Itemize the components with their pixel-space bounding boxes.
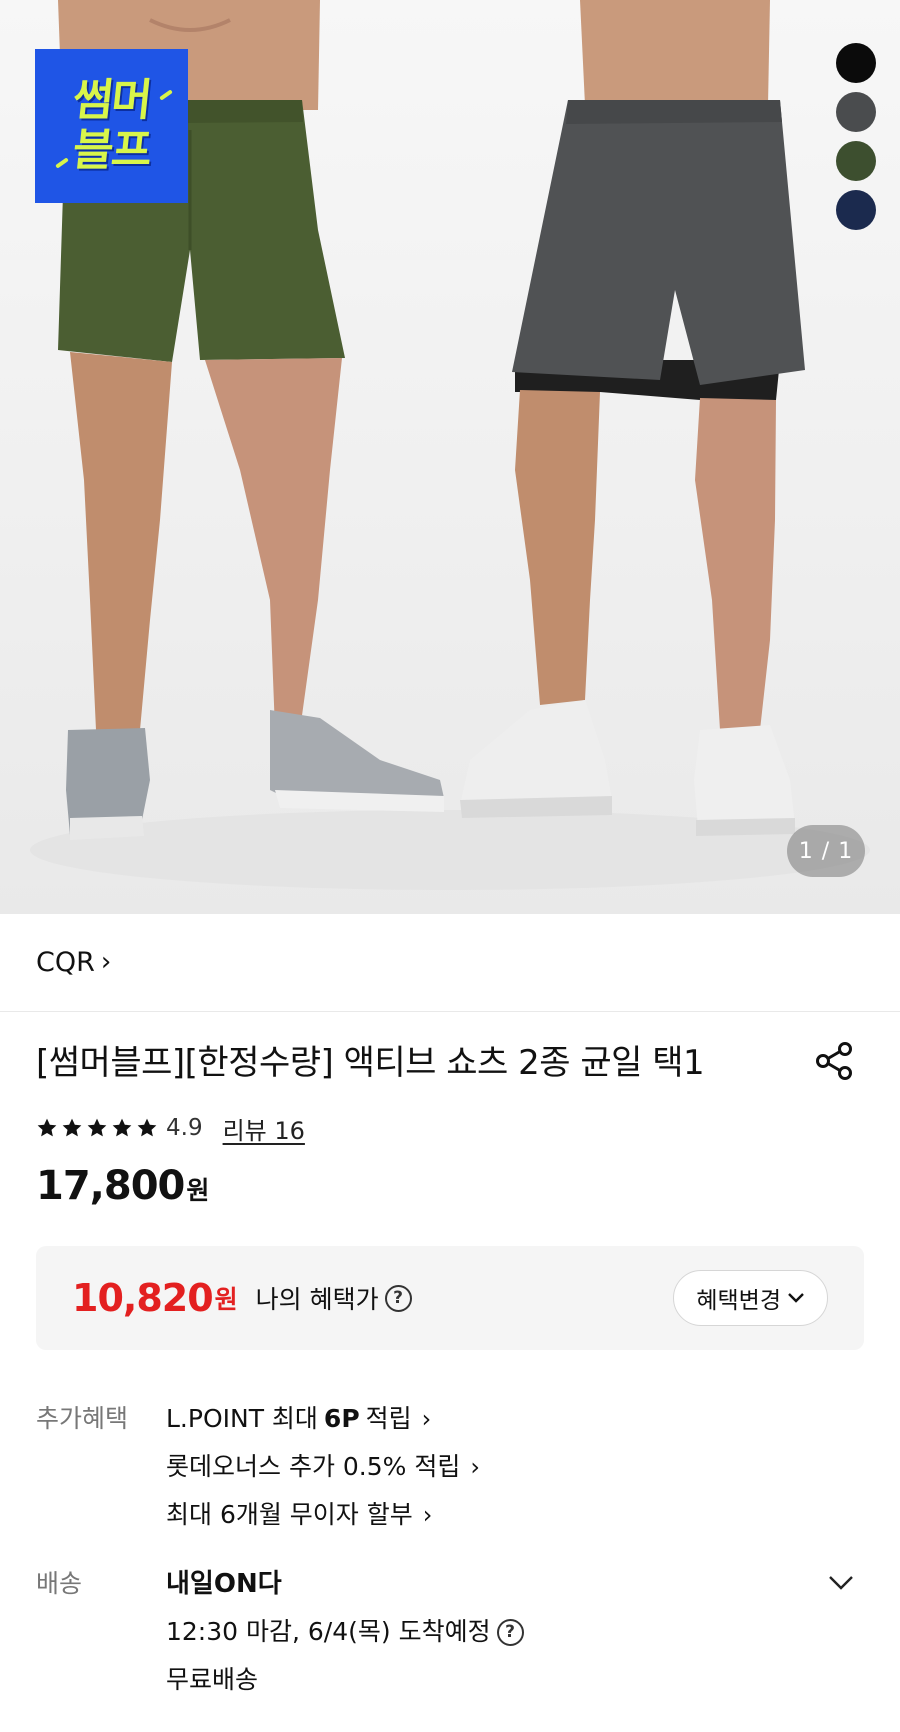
shipping-info: 내일ON다 12:30 마감, 6/4(목) 도착예정 ? 무료배송 — [166, 1560, 524, 1704]
brand-link[interactable]: CQR › — [36, 942, 111, 982]
price-currency: 원 — [186, 1176, 210, 1205]
original-price: 17,800 원 — [36, 1163, 209, 1209]
benefit-price-value: 10,820 — [72, 1276, 214, 1320]
rating-row: 4.9 리뷰 16 — [36, 1110, 305, 1146]
extra-benefits-list: L.POINT 최대 6P 적립 › 롯데오너스 추가 0.5% 적립 › 최대… — [166, 1395, 480, 1539]
spark-icon — [55, 157, 69, 169]
color-swatch-olive[interactable] — [836, 141, 876, 181]
price-value: 17,800 — [36, 1163, 185, 1209]
star-icon — [87, 1118, 107, 1137]
rating-value: 4.9 — [166, 1115, 203, 1141]
summer-black-friday-badge: 썸머 블프 — [35, 49, 188, 203]
review-count-link[interactable]: 리뷰 16 — [223, 1111, 305, 1146]
extra-benefits-label: 추가혜택 — [36, 1404, 129, 1433]
lotte-owners-text: 롯데오너스 추가 0.5% 적립 — [166, 1452, 461, 1481]
share-icon[interactable] — [814, 1040, 856, 1082]
benefit-price-box: 10,820 원 나의 혜택가 ? 혜택변경 — [36, 1246, 864, 1350]
image-counter: 1 / 1 — [787, 825, 865, 877]
shipping-detail: 12:30 마감, 6/4(목) 도착예정 — [166, 1617, 491, 1646]
lpoint-prefix: L.POINT 최대 — [166, 1404, 318, 1433]
chevron-down-icon — [788, 1293, 804, 1303]
product-image-carousel[interactable]: 썸머 블프 1 / 1 — [0, 0, 900, 914]
color-swatch-navy[interactable] — [836, 190, 876, 230]
lpoint-suffix: 적립 — [365, 1404, 412, 1433]
help-icon[interactable]: ? — [384, 1284, 412, 1312]
lpoint-amount: 6P — [323, 1404, 360, 1433]
star-icon — [62, 1118, 82, 1137]
shipping-title: 내일ON다 — [166, 1569, 282, 1599]
chevron-right-icon: › — [422, 1501, 433, 1529]
divider — [0, 1011, 900, 1012]
badge-line-2: 블프 — [70, 125, 153, 176]
star-rating — [36, 1117, 158, 1139]
brand-name: CQR — [36, 946, 95, 978]
chevron-down-icon[interactable] — [826, 1568, 856, 1598]
benefit-price-currency: 원 — [214, 1285, 238, 1314]
color-swatches — [836, 43, 876, 230]
star-icon — [137, 1118, 157, 1137]
change-benefit-label: 혜택변경 — [696, 1288, 781, 1314]
chevron-right-icon: › — [421, 1405, 432, 1433]
spark-icon — [159, 89, 173, 101]
badge-line-1: 썸머 — [70, 75, 153, 126]
shipping-label: 배송 — [36, 1569, 83, 1598]
benefit-price-label: 나의 혜택가 — [255, 1285, 379, 1314]
color-swatch-black[interactable] — [836, 43, 876, 83]
star-icon — [37, 1118, 57, 1137]
installment-text: 최대 6개월 무이자 할부 — [166, 1500, 413, 1529]
product-title: [썸머블프][한정수량] 액티브 쇼츠 2종 균일 택1 — [36, 1043, 705, 1083]
chevron-right-icon: › — [470, 1453, 480, 1481]
extra-benefit-installment[interactable]: 최대 6개월 무이자 할부 › — [166, 1491, 480, 1539]
shipping-detail-row: 12:30 마감, 6/4(목) 도착예정 ? — [166, 1608, 524, 1656]
color-swatch-charcoal[interactable] — [836, 92, 876, 132]
extra-benefit-lotte-owners[interactable]: 롯데오너스 추가 0.5% 적립 › — [166, 1443, 480, 1491]
help-icon[interactable]: ? — [496, 1618, 524, 1646]
shipping-fee: 무료배송 — [166, 1665, 259, 1694]
chevron-right-icon: › — [100, 947, 112, 977]
change-benefit-button[interactable]: 혜택변경 — [673, 1270, 828, 1326]
extra-benefit-lpoint[interactable]: L.POINT 최대 6P 적립 › — [166, 1395, 480, 1443]
star-icon — [112, 1118, 132, 1137]
